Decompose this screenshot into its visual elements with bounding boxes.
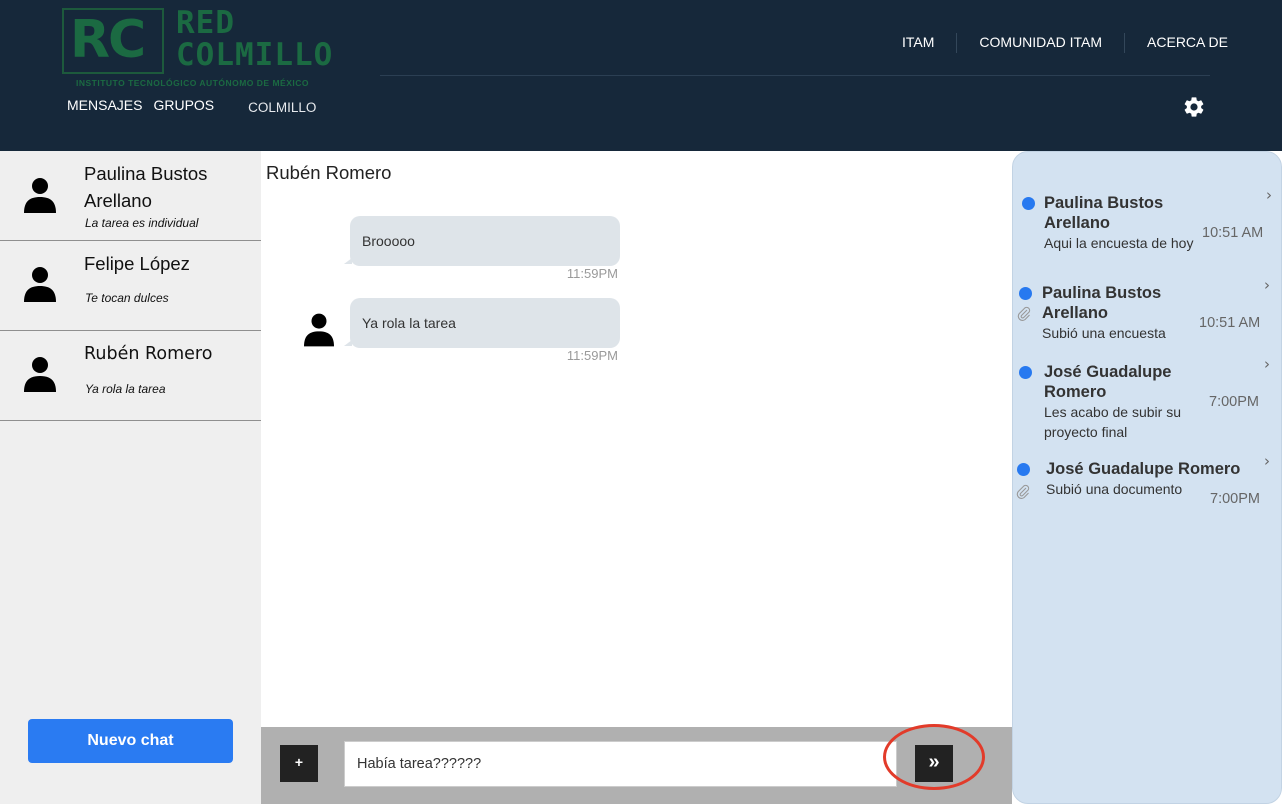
chat-item-ruben[interactable]: Rubén Romero Ya rola la tarea — [0, 331, 261, 421]
gear-icon[interactable] — [1182, 95, 1206, 119]
chat-item-felipe[interactable]: Felipe López Te tocan dulces — [0, 241, 261, 331]
chat-item-preview: Te tocan dulces — [85, 291, 169, 305]
message-text: Brooooo — [362, 233, 415, 249]
message-bubble: Ya rola la tarea — [344, 298, 620, 348]
top-navigation: ITAM COMUNIDAD ITAM ACERCA DE — [880, 33, 1250, 53]
chat-item-name: Paulina Bustos Arellano — [84, 163, 208, 211]
chat-item-name: Rubén Romero — [84, 344, 213, 364]
nav-link-comunidad-itam[interactable]: COMUNIDAD ITAM — [956, 33, 1124, 53]
notification-sender: Paulina Bustos Arellano — [1044, 194, 1164, 232]
paperclip-icon — [1016, 484, 1030, 499]
message-text: Ya rola la tarea — [362, 315, 456, 331]
logo-red-text: RED — [176, 5, 235, 41]
tab-colmillo[interactable]: COLMILLO — [248, 100, 316, 115]
message-time: 11:59PM — [566, 266, 618, 281]
notification-text: Les acabo de subir su proyecto final — [1044, 404, 1181, 440]
paperclip-icon — [1017, 306, 1031, 321]
send-button[interactable]: » — [915, 745, 953, 782]
attach-button[interactable]: + — [280, 745, 318, 782]
user-icon — [24, 267, 56, 302]
sub-navigation: MENSAJES GRUPOS COLMILLO — [67, 97, 316, 115]
notification-sender: José Guadalupe Romero — [1044, 363, 1172, 401]
header-bar: RC RED COLMILLO INSTITUTO TECNOLÓGICO AU… — [0, 0, 1282, 151]
chevron-right-icon: › — [1264, 276, 1270, 294]
unread-dot-icon — [1017, 463, 1030, 476]
chat-item-preview: La tarea es individual — [85, 216, 199, 230]
unread-dot-icon — [1019, 366, 1032, 379]
chevron-right-icon: › — [1264, 452, 1270, 470]
user-icon — [24, 178, 56, 213]
chat-item-preview: Ya rola la tarea — [85, 382, 166, 396]
app-root: RC RED COLMILLO INSTITUTO TECNOLÓGICO AU… — [0, 0, 1282, 804]
chevron-right-icon: › — [1266, 186, 1272, 204]
notification-sender: Paulina Bustos Arellano — [1042, 284, 1162, 322]
notification-sender: José Guadalupe Romero — [1046, 460, 1241, 478]
logo-institution-text: INSTITUTO TECNOLÓGICO AUTÓNOMO DE MÉXICO — [76, 78, 309, 88]
chat-item-paulina[interactable]: Paulina Bustos Arellano La tarea es indi… — [0, 151, 261, 241]
message-composer: + » — [261, 727, 1012, 804]
red-colmillo-logo[interactable]: RC RED COLMILLO INSTITUTO TECNOLÓGICO AU… — [60, 6, 375, 90]
nav-link-itam[interactable]: ITAM — [880, 33, 956, 53]
notifications-panel: Paulina Bustos Arellano Aqui la encuesta… — [1012, 151, 1282, 804]
chat-item-name: Felipe López — [84, 253, 190, 274]
chevron-right-icon: › — [1264, 355, 1270, 373]
message-time: 11:59PM — [566, 348, 618, 363]
nav-link-acerca-de[interactable]: ACERCA DE — [1124, 33, 1250, 53]
chat-list-sidebar: Paulina Bustos Arellano La tarea es indi… — [0, 151, 261, 804]
new-chat-button[interactable]: Nuevo chat — [28, 719, 233, 763]
bubble-tail — [344, 340, 352, 346]
notification-time: 10:51 AM — [1202, 225, 1264, 241]
header-divider — [380, 75, 1210, 76]
unread-dot-icon — [1022, 197, 1035, 210]
tab-mensajes[interactable]: MENSAJES — [67, 97, 142, 113]
message-input[interactable] — [344, 741, 897, 787]
notification-time: 7:00PM — [1209, 394, 1259, 410]
message-bubble: Brooooo — [344, 216, 620, 266]
bubble-tail — [344, 258, 352, 264]
user-icon — [304, 313, 334, 347]
notification-time: 7:00PM — [1210, 491, 1260, 507]
notification-time: 10:51 AM — [1199, 315, 1261, 331]
chat-title: Rubén Romero — [266, 162, 392, 183]
notification-text: Subió una documento — [1046, 481, 1183, 497]
logo-rc-text: RC — [70, 10, 146, 70]
unread-dot-icon — [1019, 287, 1032, 300]
logo-colmillo-text: COLMILLO — [176, 37, 334, 73]
tab-grupos[interactable]: GRUPOS — [153, 97, 214, 113]
notification-text: Aqui la encuesta de hoy — [1044, 235, 1194, 251]
notification-text: Subió una encuesta — [1042, 325, 1166, 341]
user-icon — [24, 357, 56, 392]
